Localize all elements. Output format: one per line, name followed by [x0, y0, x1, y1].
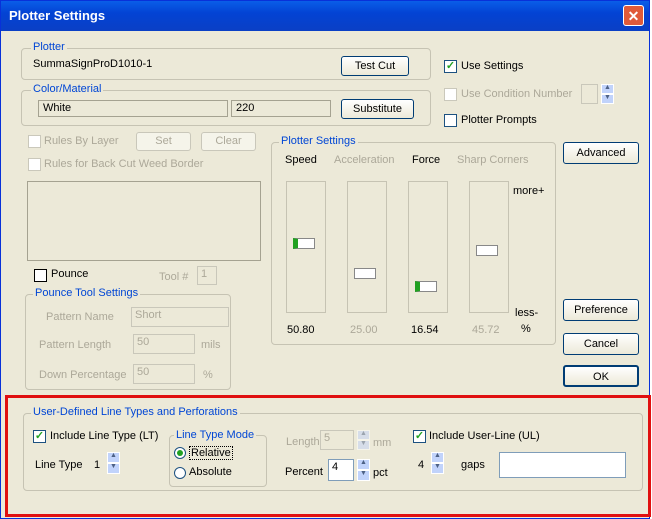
- line-types-group-title: User-Defined Line Types and Perforations: [31, 406, 240, 418]
- back-cut-weed-border-label: Rules for Back Cut Weed Border: [44, 158, 204, 170]
- less-label: less-: [515, 307, 539, 319]
- line-type-mode-title: Line Type Mode: [174, 429, 257, 441]
- gaps-spinner[interactable]: ▲ ▼: [431, 452, 444, 474]
- tool-number-input[interactable]: 1: [197, 266, 217, 285]
- tool-number-label: Tool #: [159, 271, 189, 283]
- include-line-type-label: Include Line Type (LT): [50, 430, 159, 442]
- down-percentage-unit: %: [203, 369, 213, 381]
- force-slider-thumb[interactable]: [415, 281, 437, 292]
- use-condition-number-label: Use Condition Number: [461, 88, 573, 100]
- percent-field-label: Percent: [285, 466, 323, 478]
- force-slider[interactable]: [408, 181, 448, 313]
- use-condition-number-checkbox[interactable]: [444, 88, 457, 101]
- pounce-label: Pounce: [51, 268, 89, 280]
- slider-label-sharp-corners: Sharp Corners: [457, 154, 529, 166]
- slider-value-speed: 50.80: [287, 324, 315, 336]
- ok-button[interactable]: OK: [563, 365, 639, 387]
- absolute-radio[interactable]: [174, 467, 186, 479]
- slider-value-sharp-corners: 45.72: [472, 324, 500, 336]
- pattern-length-input[interactable]: 50: [133, 334, 195, 354]
- cancel-button[interactable]: Cancel: [563, 333, 639, 355]
- rules-list-box[interactable]: [27, 181, 261, 261]
- gaps-label: gaps: [461, 459, 485, 471]
- sharp-corners-slider[interactable]: [469, 181, 509, 313]
- include-user-line-label: Include User-Line (UL): [429, 430, 540, 442]
- condition-number-spinner[interactable]: ▲ ▼: [601, 84, 614, 104]
- clear-button[interactable]: Clear: [201, 132, 256, 151]
- length-label: Length: [286, 436, 320, 448]
- speed-slider-thumb[interactable]: [293, 238, 315, 249]
- pattern-name-select[interactable]: Short: [131, 307, 229, 327]
- back-cut-weed-border-checkbox[interactable]: [28, 158, 41, 171]
- down-percentage-input[interactable]: 50: [133, 364, 195, 384]
- percent-input[interactable]: 4: [328, 459, 354, 481]
- include-line-type-checkbox[interactable]: ✓: [33, 430, 46, 443]
- length-spinner[interactable]: ▲ ▼: [357, 430, 370, 450]
- relative-label: Relative: [189, 446, 233, 460]
- line-type-value: 1: [94, 459, 101, 471]
- slider-value-force: 16.54: [411, 324, 439, 336]
- color-value-field: 220: [231, 100, 331, 117]
- use-settings-label: Use Settings: [461, 60, 524, 72]
- preference-button[interactable]: Preference: [563, 299, 639, 321]
- plotter-settings-title: Plotter Settings: [279, 135, 358, 147]
- condition-number-input[interactable]: [581, 84, 598, 104]
- plotter-group-title: Plotter: [31, 41, 67, 53]
- down-percentage-label: Down Percentage: [39, 369, 127, 381]
- percent-unit: pct: [373, 467, 388, 479]
- plotter-prompts-label: Plotter Prompts: [461, 114, 537, 126]
- close-button[interactable]: ✕: [623, 5, 644, 26]
- pounce-checkbox[interactable]: [34, 269, 47, 282]
- test-cut-button[interactable]: Test Cut: [341, 56, 409, 76]
- plotter-prompts-checkbox[interactable]: [444, 114, 457, 127]
- set-button[interactable]: Set: [136, 132, 191, 151]
- speed-slider[interactable]: [286, 181, 326, 313]
- gaps-input[interactable]: [499, 452, 626, 478]
- line-type-mode-group: [169, 435, 267, 487]
- gaps-value: 4: [418, 459, 425, 471]
- length-unit: mm: [373, 437, 392, 449]
- slider-label-speed: Speed: [285, 154, 317, 166]
- acceleration-slider[interactable]: [347, 181, 387, 313]
- advanced-button[interactable]: Advanced: [563, 142, 639, 164]
- title-bar: Plotter Settings ✕: [1, 1, 649, 31]
- length-input[interactable]: 5: [320, 430, 354, 450]
- more-label: more+: [513, 185, 545, 197]
- substitute-button[interactable]: Substitute: [341, 99, 414, 119]
- relative-radio[interactable]: [174, 447, 186, 459]
- color-material-group-title: Color/Material: [31, 83, 104, 95]
- percent-label: %: [521, 323, 531, 335]
- pattern-name-label: Pattern Name: [46, 311, 114, 323]
- plotter-settings-dialog: Plotter Settings ✕ Plotter SummaSignProD…: [0, 0, 651, 519]
- pattern-length-unit: mils: [201, 339, 221, 351]
- color-name-field: White: [38, 100, 228, 117]
- slider-label-force: Force: [412, 154, 441, 166]
- slider-label-acceleration: Acceleration: [334, 154, 395, 166]
- line-type-label: Line Type: [35, 459, 83, 471]
- sharp-corners-slider-thumb[interactable]: [476, 245, 498, 256]
- absolute-label: Absolute: [189, 466, 232, 478]
- rules-by-layer-label: Rules By Layer: [44, 135, 119, 147]
- use-settings-checkbox[interactable]: ✓: [444, 60, 457, 73]
- percent-spinner[interactable]: ▲ ▼: [357, 459, 370, 481]
- include-user-line-checkbox[interactable]: ✓: [413, 430, 426, 443]
- window-title: Plotter Settings: [9, 8, 106, 23]
- pattern-length-label: Pattern Length: [39, 339, 112, 351]
- acceleration-slider-thumb[interactable]: [354, 268, 376, 279]
- pounce-tool-settings-title: Pounce Tool Settings: [33, 287, 141, 299]
- plotter-name: SummaSignProD1010-1: [33, 58, 153, 70]
- slider-value-acceleration: 25.00: [350, 324, 378, 336]
- line-type-spinner[interactable]: ▲ ▼: [107, 452, 120, 474]
- rules-by-layer-checkbox[interactable]: [28, 135, 41, 148]
